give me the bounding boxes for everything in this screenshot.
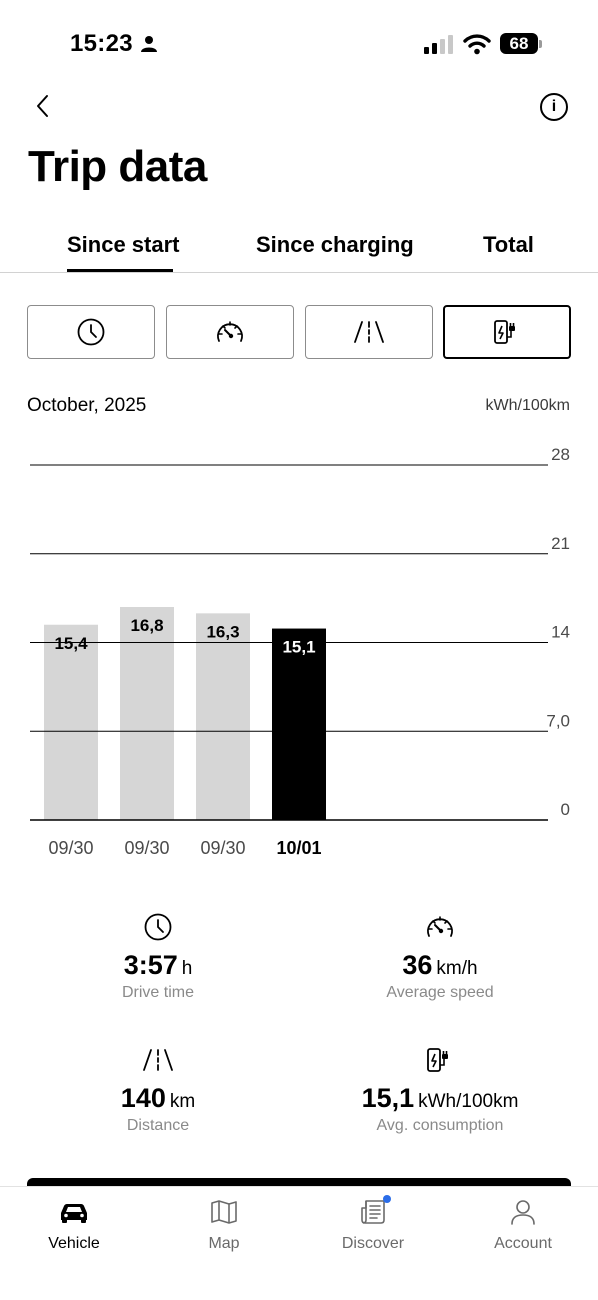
chart-x-tick-label: 09/30 [200, 838, 245, 858]
chart-x-tick-label: 09/30 [48, 838, 93, 858]
nav-map[interactable]: Map [169, 1195, 279, 1253]
active-tab-indicator [67, 269, 173, 272]
newspaper-icon [361, 1200, 385, 1224]
clock-icon [77, 318, 105, 346]
cellular-signal-icon [424, 34, 454, 59]
metric-button-drive-time[interactable] [27, 305, 155, 359]
nav-account[interactable]: Account [468, 1195, 578, 1253]
car-icon [61, 1204, 87, 1223]
bottom-nav: Vehicle Map Discover Account [0, 1186, 598, 1300]
stat-drive-time: 3:57 h Drive time [28, 910, 288, 1002]
stat-label: Average speed [386, 984, 494, 1001]
chart-value-label: 15,4 [54, 634, 88, 653]
clock-icon [144, 913, 172, 941]
charging-station-icon [427, 1048, 448, 1072]
stat-label: Avg. consumption [376, 1117, 504, 1134]
chart-value-label: 16,8 [130, 616, 163, 635]
metric-button-average-speed[interactable] [166, 305, 294, 359]
chart-bar [120, 607, 174, 820]
chart-unit: kWh/100km [485, 397, 570, 414]
chart-bar [196, 613, 250, 820]
chevron-left-icon [37, 95, 48, 117]
road-icon [143, 1049, 173, 1071]
stat-value: 36 [402, 950, 433, 980]
tab-since-start[interactable]: Since start [67, 232, 180, 258]
speedometer-icon [427, 916, 453, 937]
consumption-bar-chart: 0 7,0 14 21 28 15,4 09/30 16,8 09/30 16,3 09/30 15,… [30, 445, 570, 858]
nav-label: Account [494, 1235, 552, 1252]
stat-distance: 140 km Distance [28, 1043, 288, 1135]
chart-value-label: 15,1 [282, 638, 315, 657]
chart-y-tick-label: 14 [551, 623, 570, 642]
stat-label: Distance [126, 1117, 190, 1134]
nav-vehicle[interactable]: Vehicle [19, 1195, 129, 1253]
stat-unit: kWh/100km [418, 1091, 519, 1112]
user-icon [511, 1200, 535, 1225]
stat-label: Drive time [121, 984, 194, 1001]
chart-x-tick-label: 10/01 [276, 838, 321, 858]
speedometer-icon [217, 321, 243, 342]
trip-stats: 3:57 h Drive time 36 km/h Average speed 14… [0, 910, 598, 1150]
nav-discover[interactable]: Discover [318, 1195, 428, 1253]
stat-value: 3:57 [123, 950, 178, 980]
person-icon [140, 35, 158, 58]
chart-bar [44, 624, 98, 820]
stat-average-speed: 36 km/h Average speed [310, 910, 570, 1002]
charging-station-icon [494, 320, 515, 344]
page-title: Trip data [28, 142, 207, 191]
back-button[interactable] [28, 90, 60, 122]
metric-selector [27, 305, 571, 359]
info-icon: i [551, 98, 557, 115]
chart-value-label: 16,3 [206, 622, 239, 641]
notification-dot [383, 1195, 391, 1203]
tab-total[interactable]: Total [483, 232, 534, 258]
battery-icon: 68 [500, 33, 542, 54]
nav-label: Discover [341, 1235, 405, 1252]
tab-since-charging[interactable]: Since charging [256, 232, 414, 258]
stat-value: 140 [120, 1083, 166, 1113]
chart-y-tick-label: 21 [551, 534, 570, 553]
nav-label: Map [208, 1235, 240, 1252]
map-icon [211, 1200, 237, 1224]
wifi-icon [463, 33, 491, 60]
chart-x-tick-label: 09/30 [124, 838, 169, 858]
nav-label: Vehicle [48, 1235, 100, 1252]
status-bar: 15:23 68 [0, 0, 598, 88]
metric-button-distance[interactable] [305, 305, 433, 359]
chart-y-tick-label: 28 [551, 445, 570, 464]
stat-unit: km [169, 1091, 196, 1112]
metric-button-consumption[interactable] [443, 305, 571, 359]
status-time: 15:23 [70, 30, 133, 57]
stat-unit: h [181, 958, 193, 979]
stat-average-consumption: 15,1 kWh/100km Avg. consumption [310, 1043, 570, 1135]
tab-bar: Since start Since charging Total [0, 228, 598, 273]
chart-period: October, 2025 [27, 395, 147, 416]
chart-y-tick-label: 0 [561, 800, 570, 819]
chart-bar [272, 628, 326, 820]
battery-level: 68 [509, 34, 529, 53]
road-icon [354, 321, 384, 343]
info-button[interactable]: i [540, 93, 568, 121]
stat-unit: km/h [436, 958, 478, 979]
stat-value: 15,1 [361, 1083, 415, 1113]
chart-y-tick-label: 7,0 [546, 711, 570, 730]
